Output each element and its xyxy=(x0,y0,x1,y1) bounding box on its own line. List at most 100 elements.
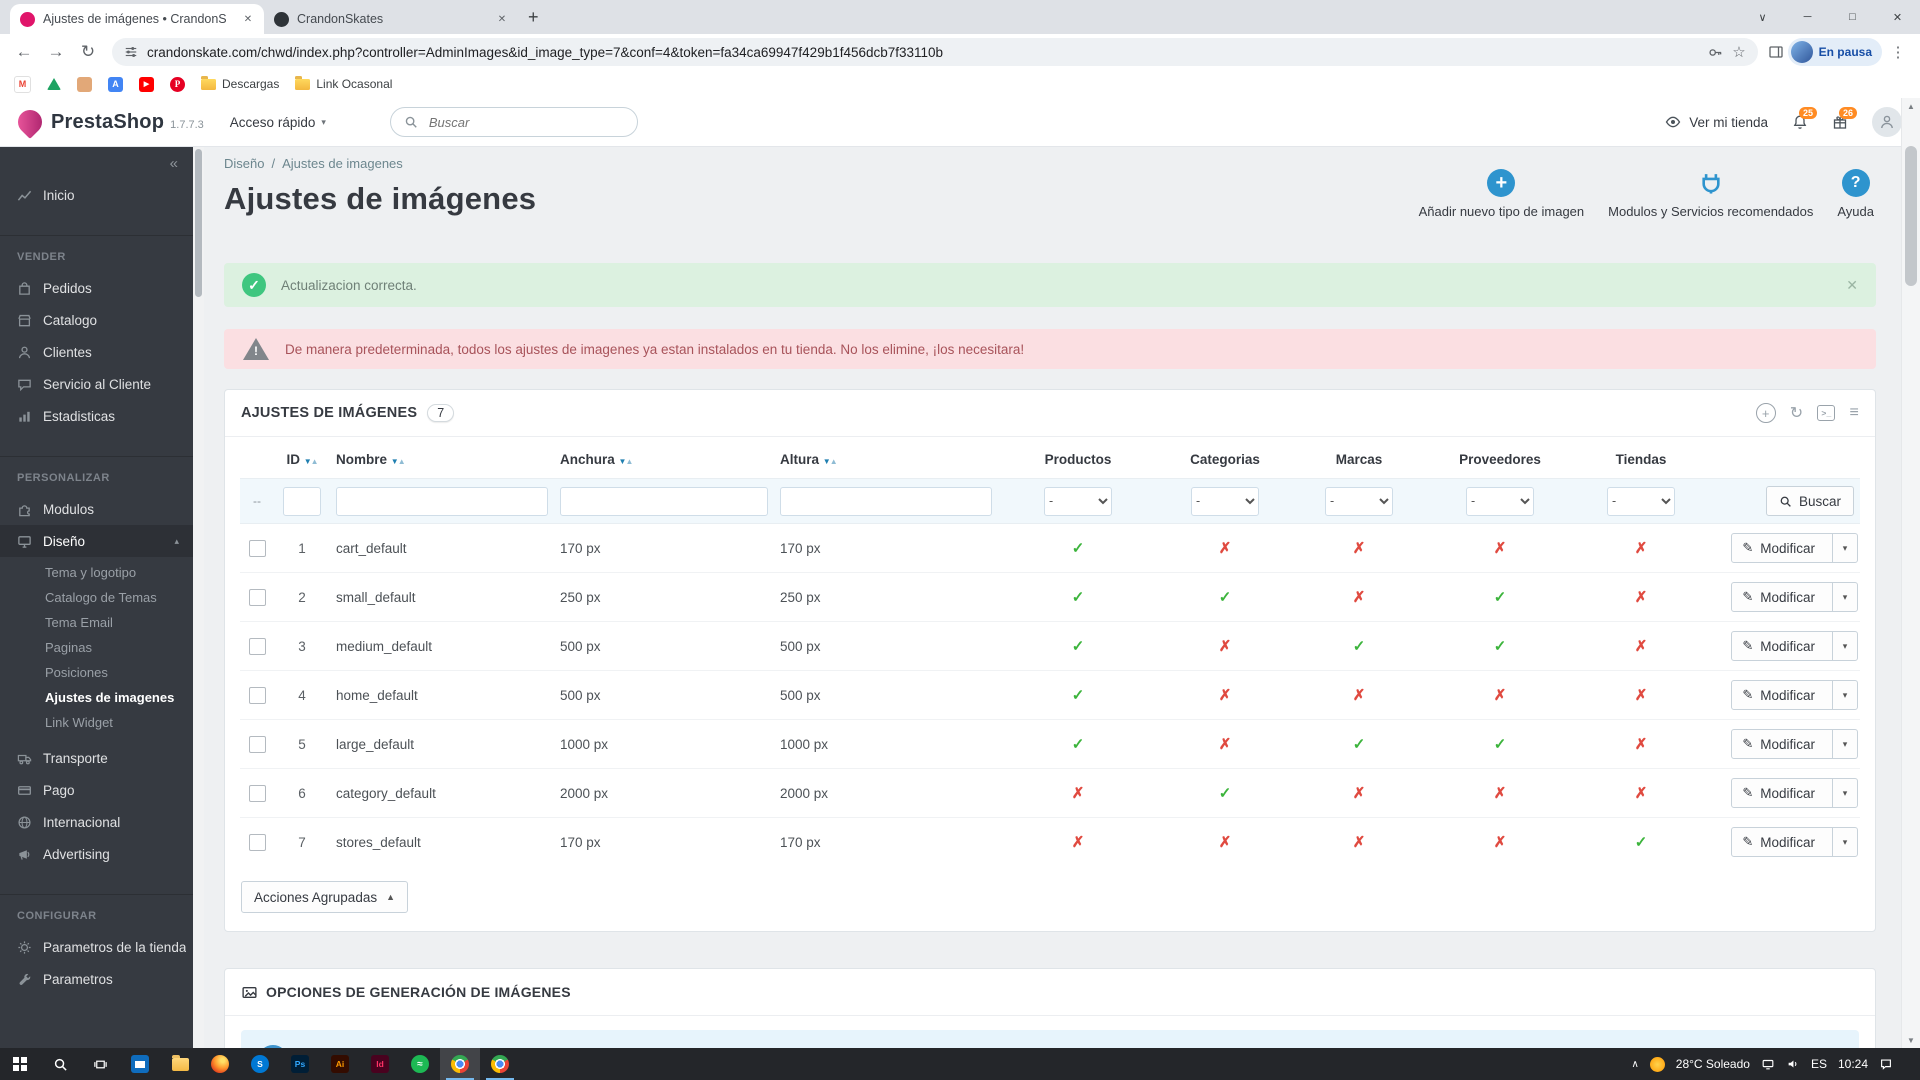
row-checkbox[interactable] xyxy=(248,637,266,655)
language-indicator[interactable]: ES xyxy=(1811,1057,1827,1071)
col-id[interactable]: ID ▼▲ xyxy=(274,441,330,479)
row-checkbox[interactable] xyxy=(248,539,266,557)
network-icon[interactable] xyxy=(1761,1057,1775,1071)
clock[interactable]: 10:24 xyxy=(1838,1057,1868,1071)
tab-close-icon[interactable]: ✕ xyxy=(240,14,256,25)
chevron-down-icon[interactable]: ▾ xyxy=(1832,681,1857,709)
add-image-type-button[interactable]: + Añadir nuevo tipo de imagen xyxy=(1419,169,1584,219)
sidebar-item-parametros-de-la-tienda[interactable]: Parametros de la tienda xyxy=(0,931,193,963)
sidebar-subitem-tema-email[interactable]: Tema Email xyxy=(0,610,193,635)
side-panel-icon[interactable] xyxy=(1768,44,1784,60)
account-avatar[interactable] xyxy=(1872,107,1902,137)
col-altura[interactable]: Altura ▼▲ xyxy=(774,441,998,479)
bookmark-star-icon[interactable]: ☆ xyxy=(1732,43,1745,61)
chevron-down-icon[interactable]: ▾ xyxy=(1832,828,1857,856)
modify-button[interactable]: ✎ Modificar ▾ xyxy=(1731,827,1858,857)
browser-tab-1[interactable]: Ajustes de imágenes • CrandonS ✕ xyxy=(10,4,264,34)
filter-nombre-input[interactable] xyxy=(336,486,548,516)
sort-icons[interactable]: ▼▲ xyxy=(823,452,838,467)
sort-icons[interactable]: ▼▲ xyxy=(619,452,634,467)
col-nombre[interactable]: Nombre ▼▲ xyxy=(330,441,554,479)
bookmark-folder-link-ocasonal[interactable]: Link Ocasonal xyxy=(295,75,392,91)
gmail-icon[interactable]: M xyxy=(14,75,31,93)
sidebar-scrollbar[interactable] xyxy=(193,147,204,1048)
notifications-icon[interactable] xyxy=(1879,1057,1893,1071)
sidebar-subitem-catalogo-de-temas[interactable]: Catalogo de Temas xyxy=(0,585,193,610)
close-button[interactable]: ✕ xyxy=(1875,0,1920,34)
sidebar-item-catalogo[interactable]: Catalogo xyxy=(0,304,193,336)
add-icon[interactable]: + xyxy=(1755,403,1776,423)
view-store-link[interactable]: Ver mi tienda xyxy=(1665,114,1768,130)
modify-button[interactable]: ✎ Modificar ▾ xyxy=(1731,680,1858,710)
chevron-down-icon[interactable]: ▾ xyxy=(1832,730,1857,758)
password-key-icon[interactable] xyxy=(1708,45,1723,60)
modify-button[interactable]: ✎ Modificar ▾ xyxy=(1731,778,1858,808)
sidebar-item-inicio[interactable]: Inicio xyxy=(0,179,193,211)
tab-search-chevron-icon[interactable]: ∨ xyxy=(1740,0,1785,34)
row-checkbox[interactable] xyxy=(248,686,266,704)
address-bar[interactable]: crandonskate.com/chwd/index.php?controll… xyxy=(112,38,1758,66)
notifications-bell[interactable]: 25 xyxy=(1792,107,1817,130)
taskbar-app-spotify[interactable]: ≈ xyxy=(400,1048,440,1080)
scroll-down-icon[interactable]: ▼ xyxy=(1902,1032,1920,1048)
start-button[interactable] xyxy=(0,1048,40,1080)
sidebar-subitem-paginas[interactable]: Paginas xyxy=(0,635,193,660)
modify-button[interactable]: ✎ Modificar ▾ xyxy=(1731,631,1858,661)
forward-button[interactable]: → xyxy=(42,38,70,66)
sidebar-item-internacional[interactable]: Internacional xyxy=(0,806,193,838)
refresh-icon[interactable]: ↻ xyxy=(1790,403,1804,423)
translate-icon[interactable]: A xyxy=(108,76,123,92)
filter-anchura-input[interactable] xyxy=(560,486,768,516)
modify-button[interactable]: ✎ Modificar ▾ xyxy=(1731,729,1858,759)
taskbar-app-chrome-2[interactable] xyxy=(480,1048,520,1080)
taskbar-app-illustrator[interactable]: Ai xyxy=(320,1048,360,1080)
breadcrumb-diseno[interactable]: Diseño xyxy=(224,156,264,171)
back-button[interactable]: ← xyxy=(10,38,38,66)
sidebar-item-pedidos[interactable]: Pedidos xyxy=(0,272,193,304)
profile-chip[interactable]: En pausa xyxy=(1787,38,1882,66)
modify-button[interactable]: ✎ Modificar ▾ xyxy=(1731,533,1858,563)
pinterest-icon[interactable]: P xyxy=(170,76,185,92)
filter-productos-select[interactable]: - xyxy=(1044,486,1112,516)
filter-categorias-select[interactable]: - xyxy=(1191,486,1259,516)
youtube-icon[interactable]: ▶ xyxy=(139,76,154,92)
alert-close-icon[interactable]: ✕ xyxy=(1846,277,1858,294)
sidebar-subitem-ajustes-de-imagenes[interactable]: Ajustes de imagenes xyxy=(0,685,193,710)
admin-search-input[interactable] xyxy=(426,113,601,131)
filter-proveedores-select[interactable]: - xyxy=(1466,486,1534,516)
sidebar-item-pago[interactable]: Pago xyxy=(0,774,193,806)
sidebar-item-estadisticas[interactable]: Estadisticas xyxy=(0,400,193,432)
sidebar-subitem-posiciones[interactable]: Posiciones xyxy=(0,660,193,685)
sidebar-item-transporte[interactable]: Transporte xyxy=(0,742,193,774)
taskbar-app-skype[interactable]: S xyxy=(240,1048,280,1080)
row-checkbox[interactable] xyxy=(248,735,266,753)
chevron-down-icon[interactable]: ▾ xyxy=(1832,534,1857,562)
sidebar-collapse-icon[interactable]: « xyxy=(170,155,178,172)
row-checkbox[interactable] xyxy=(248,588,266,606)
bookmark-site-icon[interactable] xyxy=(77,76,92,92)
tab-close-icon[interactable]: ✕ xyxy=(494,14,510,25)
row-checkbox[interactable] xyxy=(248,833,266,851)
sidebar-item-servicio-al-cliente[interactable]: Servicio al Cliente xyxy=(0,368,193,400)
browser-menu-icon[interactable]: ⋮ xyxy=(1886,43,1910,61)
browser-tab-2[interactable]: CrandonSkates ✕ xyxy=(264,4,518,34)
modify-button[interactable]: ✎ Modificar ▾ xyxy=(1731,582,1858,612)
chevron-down-icon[interactable]: ▾ xyxy=(1832,583,1857,611)
taskbar-app-photoshop[interactable]: Ps xyxy=(280,1048,320,1080)
scrollbar-thumb[interactable] xyxy=(195,149,202,297)
page-scrollbar[interactable]: ▲ ▼ xyxy=(1901,98,1920,1048)
taskbar-search-button[interactable] xyxy=(40,1048,80,1080)
weather-label[interactable]: 28°C Soleado xyxy=(1676,1057,1750,1071)
minimize-button[interactable]: ─ xyxy=(1785,0,1830,34)
new-tab-button[interactable]: + xyxy=(528,7,539,28)
filter-marcas-select[interactable]: - xyxy=(1325,486,1393,516)
sidebar-subitem-link-widget[interactable]: Link Widget xyxy=(0,710,193,735)
volume-icon[interactable] xyxy=(1786,1057,1800,1071)
taskbar-app-explorer[interactable] xyxy=(160,1048,200,1080)
taskbar-app-mail[interactable] xyxy=(120,1048,160,1080)
sidebar-item-diseño[interactable]: Diseño ▴ xyxy=(0,525,193,557)
quick-access-menu[interactable]: Acceso rápido ▾ xyxy=(230,115,326,130)
help-button[interactable]: ? Ayuda xyxy=(1837,169,1874,219)
chevron-down-icon[interactable]: ▾ xyxy=(1832,779,1857,807)
scroll-up-icon[interactable]: ▲ xyxy=(1902,98,1920,114)
